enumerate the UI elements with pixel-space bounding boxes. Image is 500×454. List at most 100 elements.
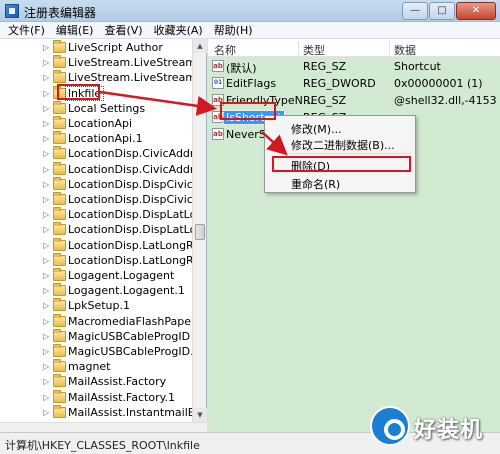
tree-item[interactable]: ▷ Local Settings	[0, 100, 192, 116]
expand-arrow-icon[interactable]: ▷	[43, 256, 49, 265]
tree-item[interactable]: ▷ LocationApi	[0, 116, 192, 131]
tree-item[interactable]: ▷ LocationDisp.DispLatLongRe	[0, 207, 206, 222]
menu-edit[interactable]: 编辑(E)	[52, 22, 101, 38]
tree-scrollbar[interactable]: ▲ ▼	[192, 39, 207, 422]
maximize-button[interactable]: □	[429, 2, 455, 20]
tree-item[interactable]: ▷ LocationDisp.DispCivicAddre	[0, 192, 206, 207]
expand-arrow-icon[interactable]: ▷	[43, 241, 49, 250]
minimize-button[interactable]: —	[402, 2, 428, 20]
folder-icon	[53, 161, 66, 175]
tree-item[interactable]: ▷ MailAssist.Factory.1	[0, 389, 192, 405]
tree-item-label: LiveScript Author	[68, 41, 163, 54]
expand-arrow-icon[interactable]: ▷	[43, 195, 49, 204]
expand-arrow-icon[interactable]: ▷	[43, 43, 49, 52]
expand-arrow-icon[interactable]: ▷	[43, 286, 49, 295]
tree-item[interactable]: ▷ LocationDisp.CivicAddressRe	[0, 146, 206, 161]
tree-item[interactable]: ▷ LiveScript Author	[0, 40, 192, 55]
expand-arrow-icon[interactable]: ▷	[43, 149, 49, 158]
tree-item[interactable]: ▷ LocationDisp.LatLongReport	[0, 252, 206, 268]
registry-key-tree: ▷ LiveScript Author ▷ LiveStream.LiveStream…	[0, 39, 207, 432]
expand-arrow-icon[interactable]: ▷	[43, 347, 49, 356]
menu-file[interactable]: 文件(F)	[4, 22, 52, 38]
expand-arrow-icon[interactable]: ▷	[43, 119, 49, 128]
folder-icon	[53, 40, 66, 53]
expand-arrow-icon[interactable]: ▷	[43, 73, 49, 82]
expand-arrow-icon[interactable]: ▷	[43, 180, 49, 189]
folder-icon	[53, 359, 66, 373]
menu-favorites[interactable]: 收藏夹(A)	[150, 22, 210, 38]
folder-icon	[53, 268, 66, 281]
value-type: REG_DWORD	[303, 77, 376, 90]
expand-arrow-icon[interactable]: ▷	[43, 225, 49, 234]
expand-arrow-icon[interactable]: ▷	[43, 210, 49, 219]
column-header-type[interactable]: 类型	[303, 42, 325, 58]
folder-icon	[53, 222, 66, 236]
expand-arrow-icon[interactable]: ▷	[43, 408, 49, 417]
menu-help[interactable]: 帮助(H)	[210, 22, 260, 38]
column-header-data[interactable]: 数据	[394, 42, 416, 58]
watermark-badge-icon	[370, 406, 410, 446]
tree-item[interactable]: ▷ MagicUSBCableProgID.1	[0, 344, 201, 359]
menu-separator	[289, 153, 411, 154]
folder-icon	[53, 192, 66, 205]
tree-horizontal-scrollbar[interactable]	[0, 422, 207, 432]
expand-arrow-icon[interactable]: ▷	[43, 58, 49, 67]
tree-item-label: LocationDisp.DispLatLongRe	[68, 223, 206, 237]
expand-arrow-icon[interactable]: ▷	[43, 377, 49, 386]
expand-arrow-icon[interactable]: ▷	[43, 362, 49, 371]
value-row[interactable]: ab (默认) REG_SZ Shortcut	[208, 58, 500, 75]
tree-item[interactable]: ▷ LiveStream.LiveStream	[0, 55, 196, 70]
expand-arrow-icon[interactable]: ▷	[43, 332, 49, 341]
tree-item-label: LocationDisp.DispCivicAddre	[68, 193, 206, 206]
menu-item-modify-binary[interactable]: 修改二进制数据(B)...	[291, 137, 395, 153]
scroll-up-icon[interactable]: ▲	[193, 39, 207, 53]
expand-arrow-icon[interactable]: ▷	[43, 89, 49, 98]
tree-item[interactable]: ▷ Logagent.Logagent.1	[0, 283, 192, 298]
expand-arrow-icon[interactable]: ▷	[43, 104, 49, 113]
tree-item-label: LocationDisp.LatLongReport	[68, 253, 206, 267]
tree-item[interactable]: ▷ MailAssist.InstantmailEntry	[0, 404, 206, 420]
folder-icon	[53, 100, 66, 114]
tree-item[interactable]: ▷ MacromediaFlashPaper.Mac	[0, 313, 206, 329]
tree-item-label: Local Settings	[68, 101, 146, 115]
tree-item[interactable]: ▷ LocationDisp.DispLatLongRe	[0, 222, 206, 237]
value-data: 0x00000001 (1)	[394, 77, 483, 90]
menu-item-rename[interactable]: 重命名(R)	[291, 176, 340, 192]
tree-item-label: MacromediaFlashPaper.Mac	[68, 314, 207, 328]
expand-arrow-icon[interactable]: ▷	[43, 393, 49, 402]
menu-view[interactable]: 查看(V)	[100, 22, 149, 38]
tree-item-label: LiveStream.LiveStream	[68, 56, 197, 70]
tree-item-label: LocationDisp.CivicAddressRe	[68, 147, 206, 161]
watermark-logo: 好装机	[364, 402, 500, 454]
annotation-box-lnkfile	[57, 84, 100, 100]
tree-item[interactable]: ▷ LocationDisp.CivicAddressRe	[0, 161, 206, 177]
folder-icon	[53, 283, 66, 297]
tree-item[interactable]: ▷ magnet	[0, 359, 192, 374]
scroll-down-icon[interactable]: ▼	[193, 408, 207, 422]
expand-arrow-icon[interactable]: ▷	[43, 165, 49, 174]
column-divider[interactable]	[389, 41, 390, 55]
column-divider[interactable]	[298, 41, 299, 55]
expand-arrow-icon[interactable]: ▷	[43, 317, 49, 326]
tree-item[interactable]: ▷ LocationDisp.LatLongReport	[0, 237, 206, 253]
scrollbar-thumb[interactable]	[195, 224, 205, 240]
expand-arrow-icon[interactable]: ▷	[43, 301, 49, 310]
close-button[interactable]: ✕	[456, 2, 496, 20]
tree-item[interactable]: ▷ Logagent.Logagent	[0, 268, 192, 283]
tree-item[interactable]: ▷ MagicUSBCableProgID	[0, 328, 192, 344]
tree-item[interactable]: ▷ LocationDisp.DispCivicAddre	[0, 176, 206, 192]
annotation-box-delete	[272, 156, 411, 172]
tree-item[interactable]: ▷ LpkSetup.1	[0, 298, 192, 313]
tree-item-label: MailAssist.Factory	[68, 375, 167, 389]
menu-item-modify[interactable]: 修改(M)...	[291, 121, 342, 137]
tree-item[interactable]: ▷ LocationApi.1	[0, 131, 192, 146]
tree-item-label: LocationApi	[68, 117, 133, 130]
string-value-icon: ab	[212, 60, 224, 72]
folder-icon	[53, 55, 66, 69]
value-row[interactable]: 01 EditFlags REG_DWORD 0x00000001 (1)	[208, 75, 500, 92]
column-header-name[interactable]: 名称	[214, 42, 236, 58]
tree-item-label: MagicUSBCableProgID	[68, 329, 191, 343]
expand-arrow-icon[interactable]: ▷	[43, 134, 49, 143]
tree-item[interactable]: ▷ MailAssist.Factory	[0, 374, 192, 389]
expand-arrow-icon[interactable]: ▷	[43, 271, 49, 280]
